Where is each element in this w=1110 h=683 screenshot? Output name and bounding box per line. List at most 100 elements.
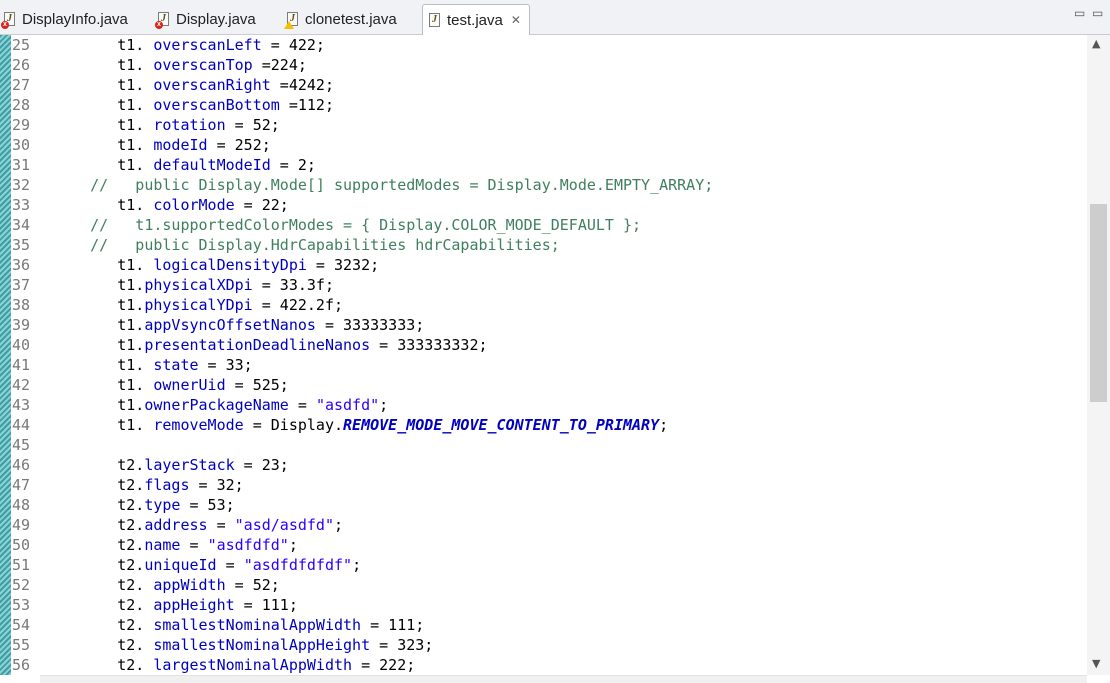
code-token: t1. — [45, 396, 145, 414]
code-token: =112; — [279, 96, 334, 114]
close-icon[interactable]: ✕ — [511, 13, 521, 27]
code-line[interactable]: 56 t2. largestNominalAppWidth = 222; — [0, 655, 1085, 675]
code-line[interactable]: 28 t1. overscanBottom =112; — [0, 95, 1085, 115]
code-line[interactable]: 52 t2. appWidth = 52; — [0, 575, 1085, 595]
field-token: overscanTop — [153, 56, 253, 74]
tab-display-java[interactable]: Jx Display.java — [155, 6, 256, 32]
scroll-down-icon[interactable]: ▼ — [1092, 657, 1100, 670]
scrollbar-thumb[interactable] — [1090, 203, 1107, 402]
vertical-scrollbar[interactable]: ▲ ▼ — [1087, 35, 1110, 675]
code-line[interactable]: 55 t2. smallestNominalAppHeight = 323; — [0, 635, 1085, 655]
code-token: ; — [659, 416, 669, 434]
line-number: 47 — [12, 476, 31, 494]
code-token: t1. — [45, 376, 154, 394]
code-line[interactable]: 29 t1. rotation = 52; — [0, 115, 1085, 135]
scroll-up-icon[interactable]: ▲ — [1092, 37, 1100, 50]
code-line[interactable]: 39 t1.appVsyncOffsetNanos = 33333333; — [0, 315, 1085, 335]
code-line[interactable]: 35 // public Display.HdrCapabilities hdr… — [0, 235, 1085, 255]
field-token: ownerPackageName — [144, 396, 289, 414]
code-token: = 33; — [198, 356, 253, 374]
code-line[interactable]: 32 // public Display.Mode[] supportedMod… — [0, 175, 1085, 195]
code-line[interactable]: 38 t1.physicalYDpi = 422.2f; — [0, 295, 1085, 315]
code-token: t2. — [45, 556, 145, 574]
code-text: // t1.supportedColorModes = { Display.CO… — [45, 215, 641, 235]
code-line[interactable]: 44 t1. removeMode = Display.REMOVE_MODE_… — [0, 415, 1085, 435]
field-token: appWidth — [153, 576, 226, 594]
minimize-icon[interactable]: ▭ — [1074, 6, 1085, 20]
code-line[interactable]: 46 t2.layerStack = 23; — [0, 455, 1085, 475]
code-token: = — [207, 516, 235, 534]
code-token: = 422.2f; — [252, 296, 344, 314]
code-token: t2. — [45, 476, 145, 494]
code-line[interactable]: 48 t2.type = 53; — [0, 495, 1085, 515]
line-number: 50 — [12, 536, 31, 554]
line-number: 39 — [12, 316, 31, 334]
field-token: overscanLeft — [153, 36, 262, 54]
code-token: = 323; — [370, 636, 434, 654]
code-token: t1. — [45, 116, 154, 134]
code-line[interactable]: 41 t1. state = 33; — [0, 355, 1085, 375]
code-line[interactable]: 31 t1. defaultModeId = 2; — [0, 155, 1085, 175]
code-token: = 52; — [225, 116, 280, 134]
code-line[interactable]: 36 t1. logicalDensityDpi = 3232; — [0, 255, 1085, 275]
code-token: = 222; — [352, 656, 416, 674]
code-line[interactable]: 40 t1.presentationDeadlineNanos = 333333… — [0, 335, 1085, 355]
code-text: t2.name = "asdfdfd"; — [45, 535, 298, 555]
code-text: t1. ownerUid = 525; — [45, 375, 289, 395]
code-line[interactable]: 50 t2.name = "asdfdfd"; — [0, 535, 1085, 555]
line-number: 53 — [12, 596, 31, 614]
code-line[interactable]: 33 t1. colorMode = 22; — [0, 195, 1085, 215]
tab-displayinfo-java[interactable]: Jx DisplayInfo.java — [1, 6, 128, 32]
code-token: = 2; — [270, 156, 316, 174]
line-number: 38 — [12, 296, 31, 314]
comment-token: // public Display.Mode[] supportedModes … — [45, 176, 714, 194]
code-text: // public Display.HdrCapabilities hdrCap… — [45, 235, 560, 255]
code-line[interactable]: 37 t1.physicalXDpi = 33.3f; — [0, 275, 1085, 295]
field-token: smallestNominalAppHeight — [153, 636, 371, 654]
code-line[interactable]: 34 // t1.supportedColorModes = { Display… — [0, 215, 1085, 235]
code-token: t2. — [45, 656, 154, 674]
tab-clonetest-java[interactable]: J clonetest.java — [284, 6, 397, 32]
code-text: t1. overscanLeft = 422; — [45, 35, 325, 55]
code-token: t2. — [45, 596, 154, 614]
code-token: t2. — [45, 516, 145, 534]
code-line[interactable]: 30 t1. modeId = 252; — [0, 135, 1085, 155]
code-line[interactable]: 47 t2.flags = 32; — [0, 475, 1085, 495]
code-text: t1.presentationDeadlineNanos = 333333332… — [45, 335, 487, 355]
code-line[interactable]: 54 t2. smallestNominalAppWidth = 111; — [0, 615, 1085, 635]
tab-label: test.java — [447, 11, 503, 29]
line-number: 51 — [12, 556, 31, 574]
code-text: t1. overscanBottom =112; — [45, 95, 334, 115]
code-line[interactable]: 45 — [0, 435, 1085, 455]
code-line[interactable]: 25 t1. overscanLeft = 422; — [0, 35, 1085, 55]
code-line[interactable]: 27 t1. overscanRight =4242; — [0, 75, 1085, 95]
field-token: defaultModeId — [153, 156, 271, 174]
field-token: logicalDensityDpi — [153, 256, 307, 274]
code-line[interactable]: 49 t2.address = "asd/asdfd"; — [0, 515, 1085, 535]
tab-test-java[interactable]: J test.java ✕ — [422, 4, 530, 35]
code-line[interactable]: 42 t1. ownerUid = 525; — [0, 375, 1085, 395]
code-token: ; — [352, 556, 362, 574]
code-editor[interactable]: 25 t1. overscanLeft = 422; 26 t1. oversca… — [0, 35, 1110, 682]
code-text: t1. removeMode = Display.REMOVE_MODE_MOV… — [45, 415, 668, 435]
field-token: address — [144, 516, 208, 534]
line-number: 43 — [12, 396, 31, 414]
code-line[interactable]: 53 t2. appHeight = 111; — [0, 595, 1085, 615]
field-token: overscanRight — [153, 76, 271, 94]
code-line[interactable]: 43 t1.ownerPackageName = "asdfd"; — [0, 395, 1085, 415]
maximize-icon[interactable]: ▭ — [1092, 6, 1103, 20]
string-token: "asdfd" — [315, 396, 380, 414]
field-token: largestNominalAppWidth — [153, 656, 353, 674]
line-number: 26 — [12, 56, 31, 74]
line-number: 27 — [12, 76, 31, 94]
code-text: t2. smallestNominalAppWidth = 111; — [45, 615, 424, 635]
code-token: t1. — [45, 96, 154, 114]
field-token: uniqueId — [144, 556, 217, 574]
field-token: physicalXDpi — [144, 276, 253, 294]
code-line[interactable]: 26 t1. overscanTop =224; — [0, 55, 1085, 75]
code-text: t2.address = "asd/asdfd"; — [45, 515, 343, 535]
code-line[interactable]: 51 t2.uniqueId = "asdfdfdfdf"; — [0, 555, 1085, 575]
code-token: = 422; — [261, 36, 325, 54]
line-number: 48 — [12, 496, 31, 514]
comment-token: // t1.supportedColorModes = { Display.CO… — [45, 216, 642, 234]
